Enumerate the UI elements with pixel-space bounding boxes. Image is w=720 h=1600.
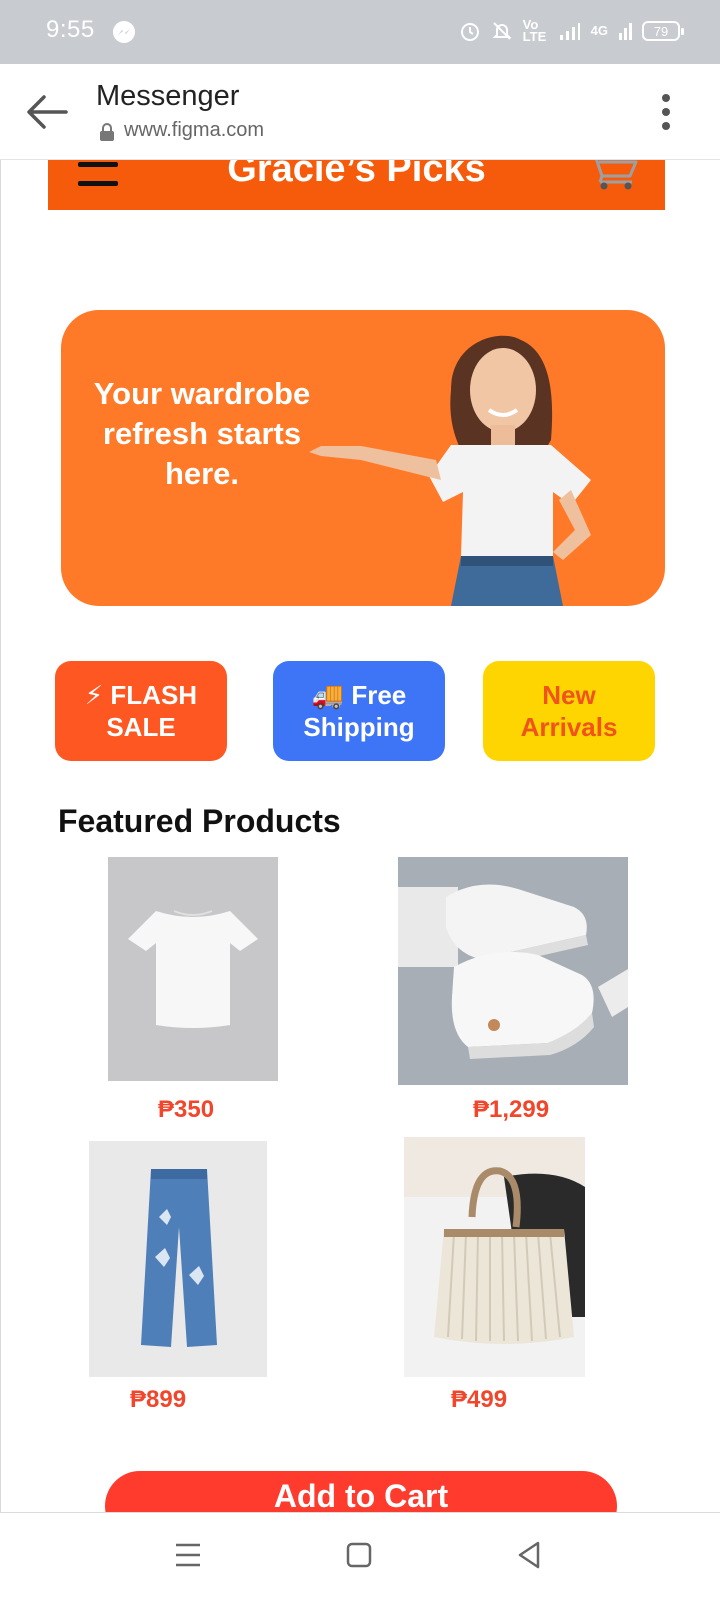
mute-icon — [492, 22, 512, 40]
product-price: ₱1,299 — [473, 1096, 550, 1123]
product-price: ₱899 — [130, 1386, 187, 1413]
status-time: 9:55 — [46, 16, 95, 43]
more-vert-icon — [662, 94, 670, 102]
product-price: ₱350 — [158, 1096, 215, 1123]
browser-title: Messenger — [96, 80, 240, 112]
signal-icon — [559, 23, 580, 40]
home-nav-icon[interactable] — [339, 1535, 379, 1575]
product-card-tote[interactable] — [404, 1137, 585, 1377]
product-card-sneakers[interactable] — [398, 857, 628, 1085]
back-button[interactable] — [24, 90, 72, 134]
flash-sale-label: ⚡ FLASH SALE — [84, 680, 198, 742]
product-card-tee[interactable] — [108, 857, 278, 1081]
alarm-icon — [460, 23, 479, 41]
browser-url[interactable]: www.figma.com — [124, 119, 264, 142]
lock-icon — [99, 122, 115, 142]
signal-icon-2 — [619, 23, 632, 40]
butterfly-jeans-image — [141, 1169, 217, 1347]
hero-banner[interactable]: Your wardrobe refresh starts here. — [61, 310, 665, 606]
cart-icon[interactable] — [584, 160, 640, 190]
shop-title: Gracie’s Picks — [227, 160, 486, 190]
menu-nav-icon[interactable] — [168, 1535, 208, 1575]
shop-header: Gracie’s Picks — [48, 160, 665, 210]
volte-label: Vo LTE — [522, 17, 547, 44]
free-shipping-label: 🚚 Free Shipping — [303, 680, 415, 742]
product-card-jeans[interactable] — [89, 1141, 267, 1377]
more-options-button[interactable] — [656, 90, 676, 134]
white-sneakers-image — [398, 857, 628, 1085]
back-arrow-icon — [27, 95, 68, 129]
featured-products-title: Featured Products — [58, 803, 341, 839]
hero-text: Your wardrobe refresh starts here. — [93, 376, 311, 491]
new-arrivals-label: New Arrivals — [520, 680, 618, 742]
flash-sale-button[interactable]: ⚡ FLASH SALE — [55, 661, 227, 761]
new-arrivals-button[interactable]: New Arrivals — [483, 661, 655, 761]
free-shipping-button[interactable]: 🚚 Free Shipping — [273, 661, 445, 761]
messenger-icon — [113, 21, 135, 43]
status-icons: Vo LTE 4G 79 — [459, 14, 684, 48]
back-nav-icon[interactable] — [510, 1535, 550, 1575]
battery-level: 79 — [653, 23, 669, 39]
hero-model-image — [309, 335, 591, 606]
system-nav-bar — [0, 1512, 720, 1600]
status-bar: 9:55 Vo LTE 4G 79 — [0, 0, 720, 64]
product-price: ₱499 — [451, 1386, 508, 1413]
web-viewport[interactable]: Gracie’s Picks Your wardrobe refresh sta… — [0, 160, 720, 1512]
white-tee-image — [128, 910, 258, 1028]
striped-tote-image — [404, 1137, 585, 1377]
add-to-cart-button[interactable]: Add to Cart — [105, 1471, 617, 1512]
battery-icon: 79 — [642, 21, 684, 41]
network-label: 4G — [590, 23, 608, 38]
browser-header: Messenger www.figma.com — [0, 64, 720, 160]
